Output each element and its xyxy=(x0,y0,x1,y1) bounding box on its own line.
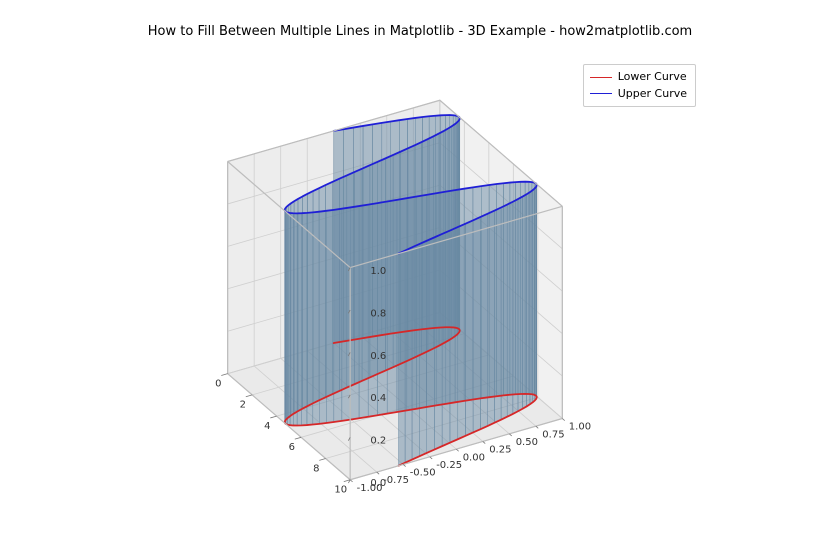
legend-swatch-upper xyxy=(590,93,612,94)
legend-label-lower: Lower Curve xyxy=(618,69,687,86)
z-tick-1: 1.0 xyxy=(370,266,386,277)
z-tick-0.8: 0.8 xyxy=(370,308,386,319)
fill-strip xyxy=(516,182,521,394)
y-tick-0.25: 0.25 xyxy=(489,445,511,456)
fill-strip xyxy=(344,128,354,342)
fill-strip xyxy=(291,201,294,415)
fill-strip xyxy=(489,184,496,397)
x-tick-8: 8 xyxy=(313,463,319,474)
x-tick-4: 4 xyxy=(264,421,270,432)
fill-strip xyxy=(288,203,291,417)
z-tick-0.6: 0.6 xyxy=(370,351,386,362)
z-tick-0.4: 0.4 xyxy=(370,393,386,404)
fill-strip xyxy=(334,129,344,343)
y-tick--0.75: -0.75 xyxy=(383,475,409,486)
x-tick-2: 2 xyxy=(240,400,246,411)
legend-entry-upper: Upper Curve xyxy=(590,86,687,103)
fill-strip xyxy=(464,187,473,401)
fill-strip xyxy=(453,115,456,328)
y-tick-0.75: 0.75 xyxy=(542,429,564,440)
fill-strip xyxy=(510,182,516,395)
fill-strip xyxy=(450,115,453,327)
fill-strip xyxy=(363,124,372,338)
plot-svg: 0246810-1.00-0.75-0.50-0.250.000.250.500… xyxy=(120,60,700,530)
fill-strip xyxy=(373,123,382,337)
fill-strip xyxy=(408,118,416,331)
fill-strip xyxy=(525,182,529,394)
legend: Lower Curve Upper Curve xyxy=(583,64,696,107)
fill-strip xyxy=(521,182,525,394)
fill-strip xyxy=(313,188,319,403)
y-tick-1: 1.00 xyxy=(569,422,591,433)
fill-strip xyxy=(504,183,510,396)
fill-strip xyxy=(529,182,532,394)
fill-strip xyxy=(353,126,363,340)
axes-3d: Lower Curve Upper Curve 0246810-1.00-0.7… xyxy=(120,60,700,530)
legend-swatch-lower xyxy=(590,77,612,78)
fill-strip xyxy=(441,115,446,327)
fill-strip xyxy=(497,183,504,396)
x-tick-10: 10 xyxy=(334,485,347,496)
fill-strip xyxy=(415,117,422,330)
fill-strip xyxy=(298,196,302,411)
fill-strip xyxy=(422,116,429,329)
fill-strip xyxy=(319,185,325,400)
fill-strip xyxy=(294,199,298,413)
fill-strip xyxy=(307,191,313,406)
figure: How to Fill Between Multiple Lines in Ma… xyxy=(0,0,840,560)
y-tick-0: 0.00 xyxy=(463,452,485,463)
fill-strip xyxy=(429,116,435,329)
z-tick-0: 0.0 xyxy=(370,478,386,489)
fill-strip xyxy=(435,115,440,328)
fill-strip xyxy=(325,182,332,397)
x-tick-6: 6 xyxy=(289,442,295,453)
chart-title: How to Fill Between Multiple Lines in Ma… xyxy=(0,24,840,39)
legend-label-upper: Upper Curve xyxy=(618,86,687,103)
x-tick-0: 0 xyxy=(215,379,221,390)
fill-strip xyxy=(446,115,450,327)
fill-strip xyxy=(286,205,288,419)
y-tick--0.5: -0.50 xyxy=(410,468,436,479)
fill-strip xyxy=(302,194,307,409)
z-tick-0.2: 0.2 xyxy=(370,436,386,447)
y-tick-0.5: 0.50 xyxy=(516,437,538,448)
legend-entry-lower: Lower Curve xyxy=(590,69,687,86)
fill-strip xyxy=(456,116,458,329)
fill-strip xyxy=(382,121,391,335)
y-tick--0.25: -0.25 xyxy=(436,460,462,471)
